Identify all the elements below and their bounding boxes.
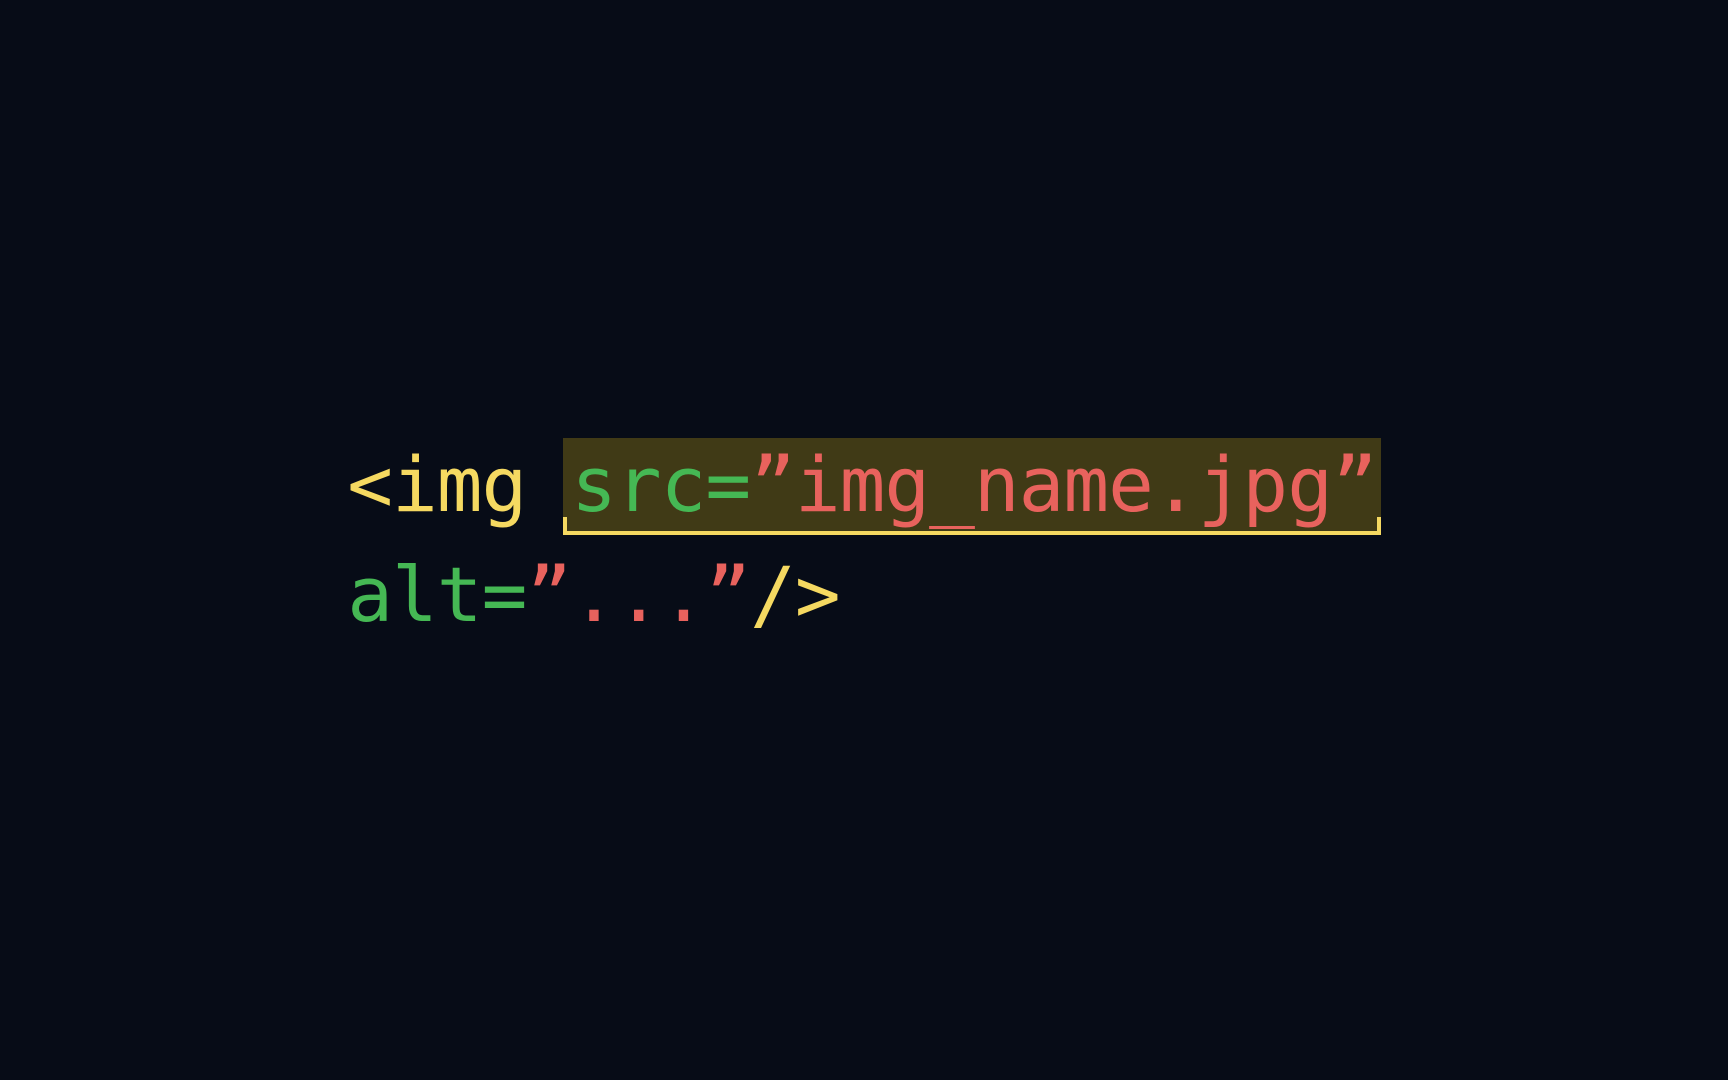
alt-equals: = [482,550,527,639]
tag-close: /> [750,550,840,639]
alt-quote-close: ” [705,550,750,639]
code-block: <img src=”img_name.jpg” alt=”...”/> [347,430,1380,650]
src-equals: = [705,440,750,529]
tag-open: <img [347,440,571,529]
src-value: img_name.jpg [795,440,1332,529]
highlighted-src-attribute: src=”img_name.jpg” [563,438,1381,535]
alt-attr-name: alt [347,550,481,639]
code-line-1: <img src=”img_name.jpg” [347,430,1380,540]
src-quote-open: ” [750,440,795,529]
src-quote-close: ” [1332,440,1377,529]
code-line-2: alt=”...”/> [347,540,1380,650]
src-attr-name: src [571,440,705,529]
alt-quote-open: ” [526,550,571,639]
alt-value: ... [571,550,705,639]
